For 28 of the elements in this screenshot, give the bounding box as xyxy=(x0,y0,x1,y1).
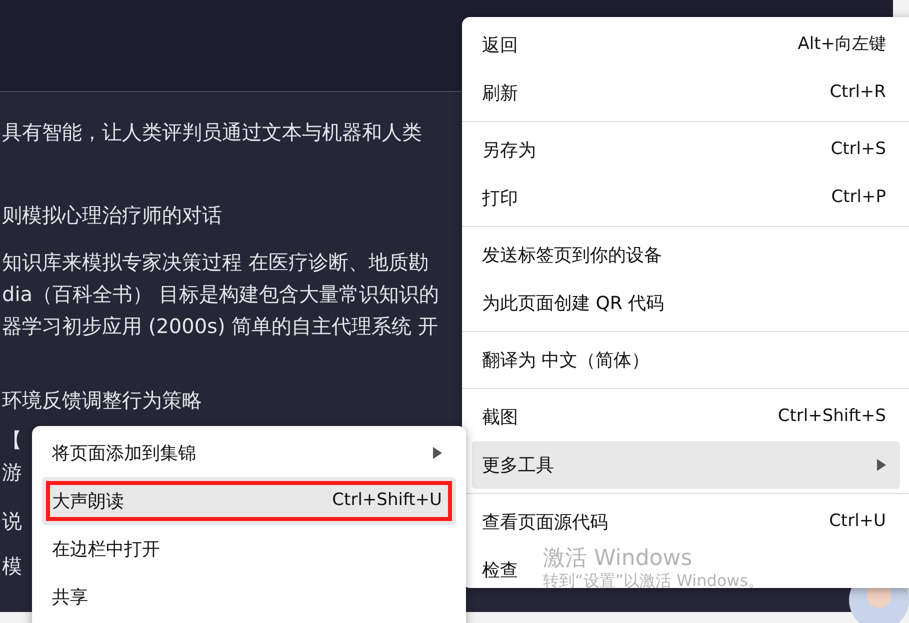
activation-title: 激活 Windows xyxy=(543,547,692,571)
article-text: 说 xyxy=(2,508,22,535)
menu-item[interactable]: 在边栏中打开 xyxy=(42,525,456,573)
menu-item[interactable]: 刷新 Ctrl+R xyxy=(472,69,900,117)
menu-item[interactable]: 更多工具 xyxy=(472,441,900,489)
submenu-arrow-icon xyxy=(433,447,442,459)
menu-item[interactable]: 为此页面创建 QR 代码 xyxy=(472,279,900,327)
article-text: 模 xyxy=(2,553,22,580)
article-text: 具有智能，让人类评判员通过文本与机器和人类 xyxy=(2,119,422,146)
submenu-arrow-icon xyxy=(877,459,886,471)
menu-item[interactable]: 打印 Ctrl+P xyxy=(472,174,900,222)
menu-item[interactable]: 大声朗读 Ctrl+Shift+U xyxy=(42,477,456,525)
menu-item[interactable]: 截图 Ctrl+Shift+S xyxy=(472,393,900,441)
menu-item[interactable]: 查看页面源代码 Ctrl+U xyxy=(472,498,900,546)
menu-item[interactable]: 另存为 Ctrl+S xyxy=(472,126,900,174)
article-text: 【 xyxy=(2,427,22,454)
article-text: 游 xyxy=(2,459,22,486)
menu-item[interactable]: 将页面添加到集锦 xyxy=(42,429,456,477)
article-text: 知识库来模拟专家决策过程 在医疗诊断、地质勘 xyxy=(2,249,428,276)
activation-message: 转到“设置”以激活 Windows。 xyxy=(543,571,764,591)
article-text: 器学习初步应用 (2000s) 简单的自主代理系统 开 xyxy=(2,313,438,340)
article-text: 则模拟心理治疗师的对话 xyxy=(2,202,222,229)
menu-item[interactable]: 共享 xyxy=(42,573,456,621)
menu-item[interactable]: 返回 Alt+向左键 xyxy=(472,21,900,69)
menu-item[interactable]: 翻译为 中文（简体） xyxy=(472,336,900,384)
article-text: dia（百科全书） 目标是构建包含大量常识知识的 xyxy=(2,281,439,308)
menu-item[interactable]: 发送标签页到你的设备 xyxy=(472,231,900,279)
article-text: 环境反馈调整行为策略 xyxy=(2,387,202,414)
